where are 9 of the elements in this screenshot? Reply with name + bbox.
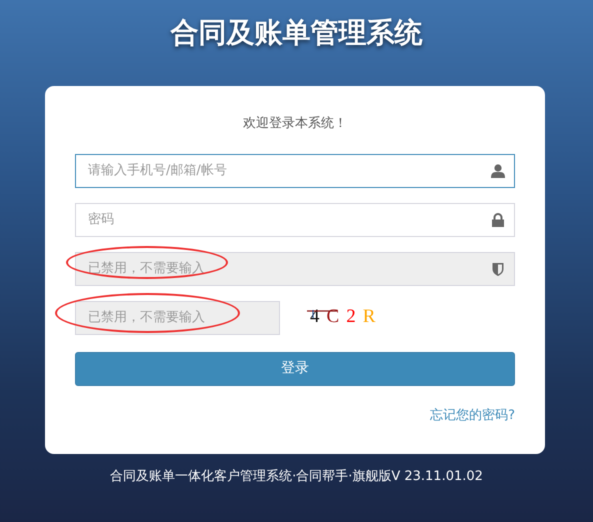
page-title: 合同及账单管理系统: [169, 15, 424, 51]
forgot-password-link[interactable]: 忘记您的密码?: [430, 408, 515, 422]
welcome-text: 欢迎登录本系统！: [242, 115, 348, 133]
login-button[interactable]: 登录: [75, 352, 515, 386]
shield-icon: [491, 262, 505, 276]
user-icon: [491, 164, 505, 178]
footer-text: 合同及账单一体化客户管理系统·合同帮手·旗舰版V 23.11.01.02: [109, 468, 484, 486]
lock-icon: [491, 212, 505, 226]
input-field[interactable]: 请输入手机号/邮箱/帐号: [75, 154, 515, 188]
